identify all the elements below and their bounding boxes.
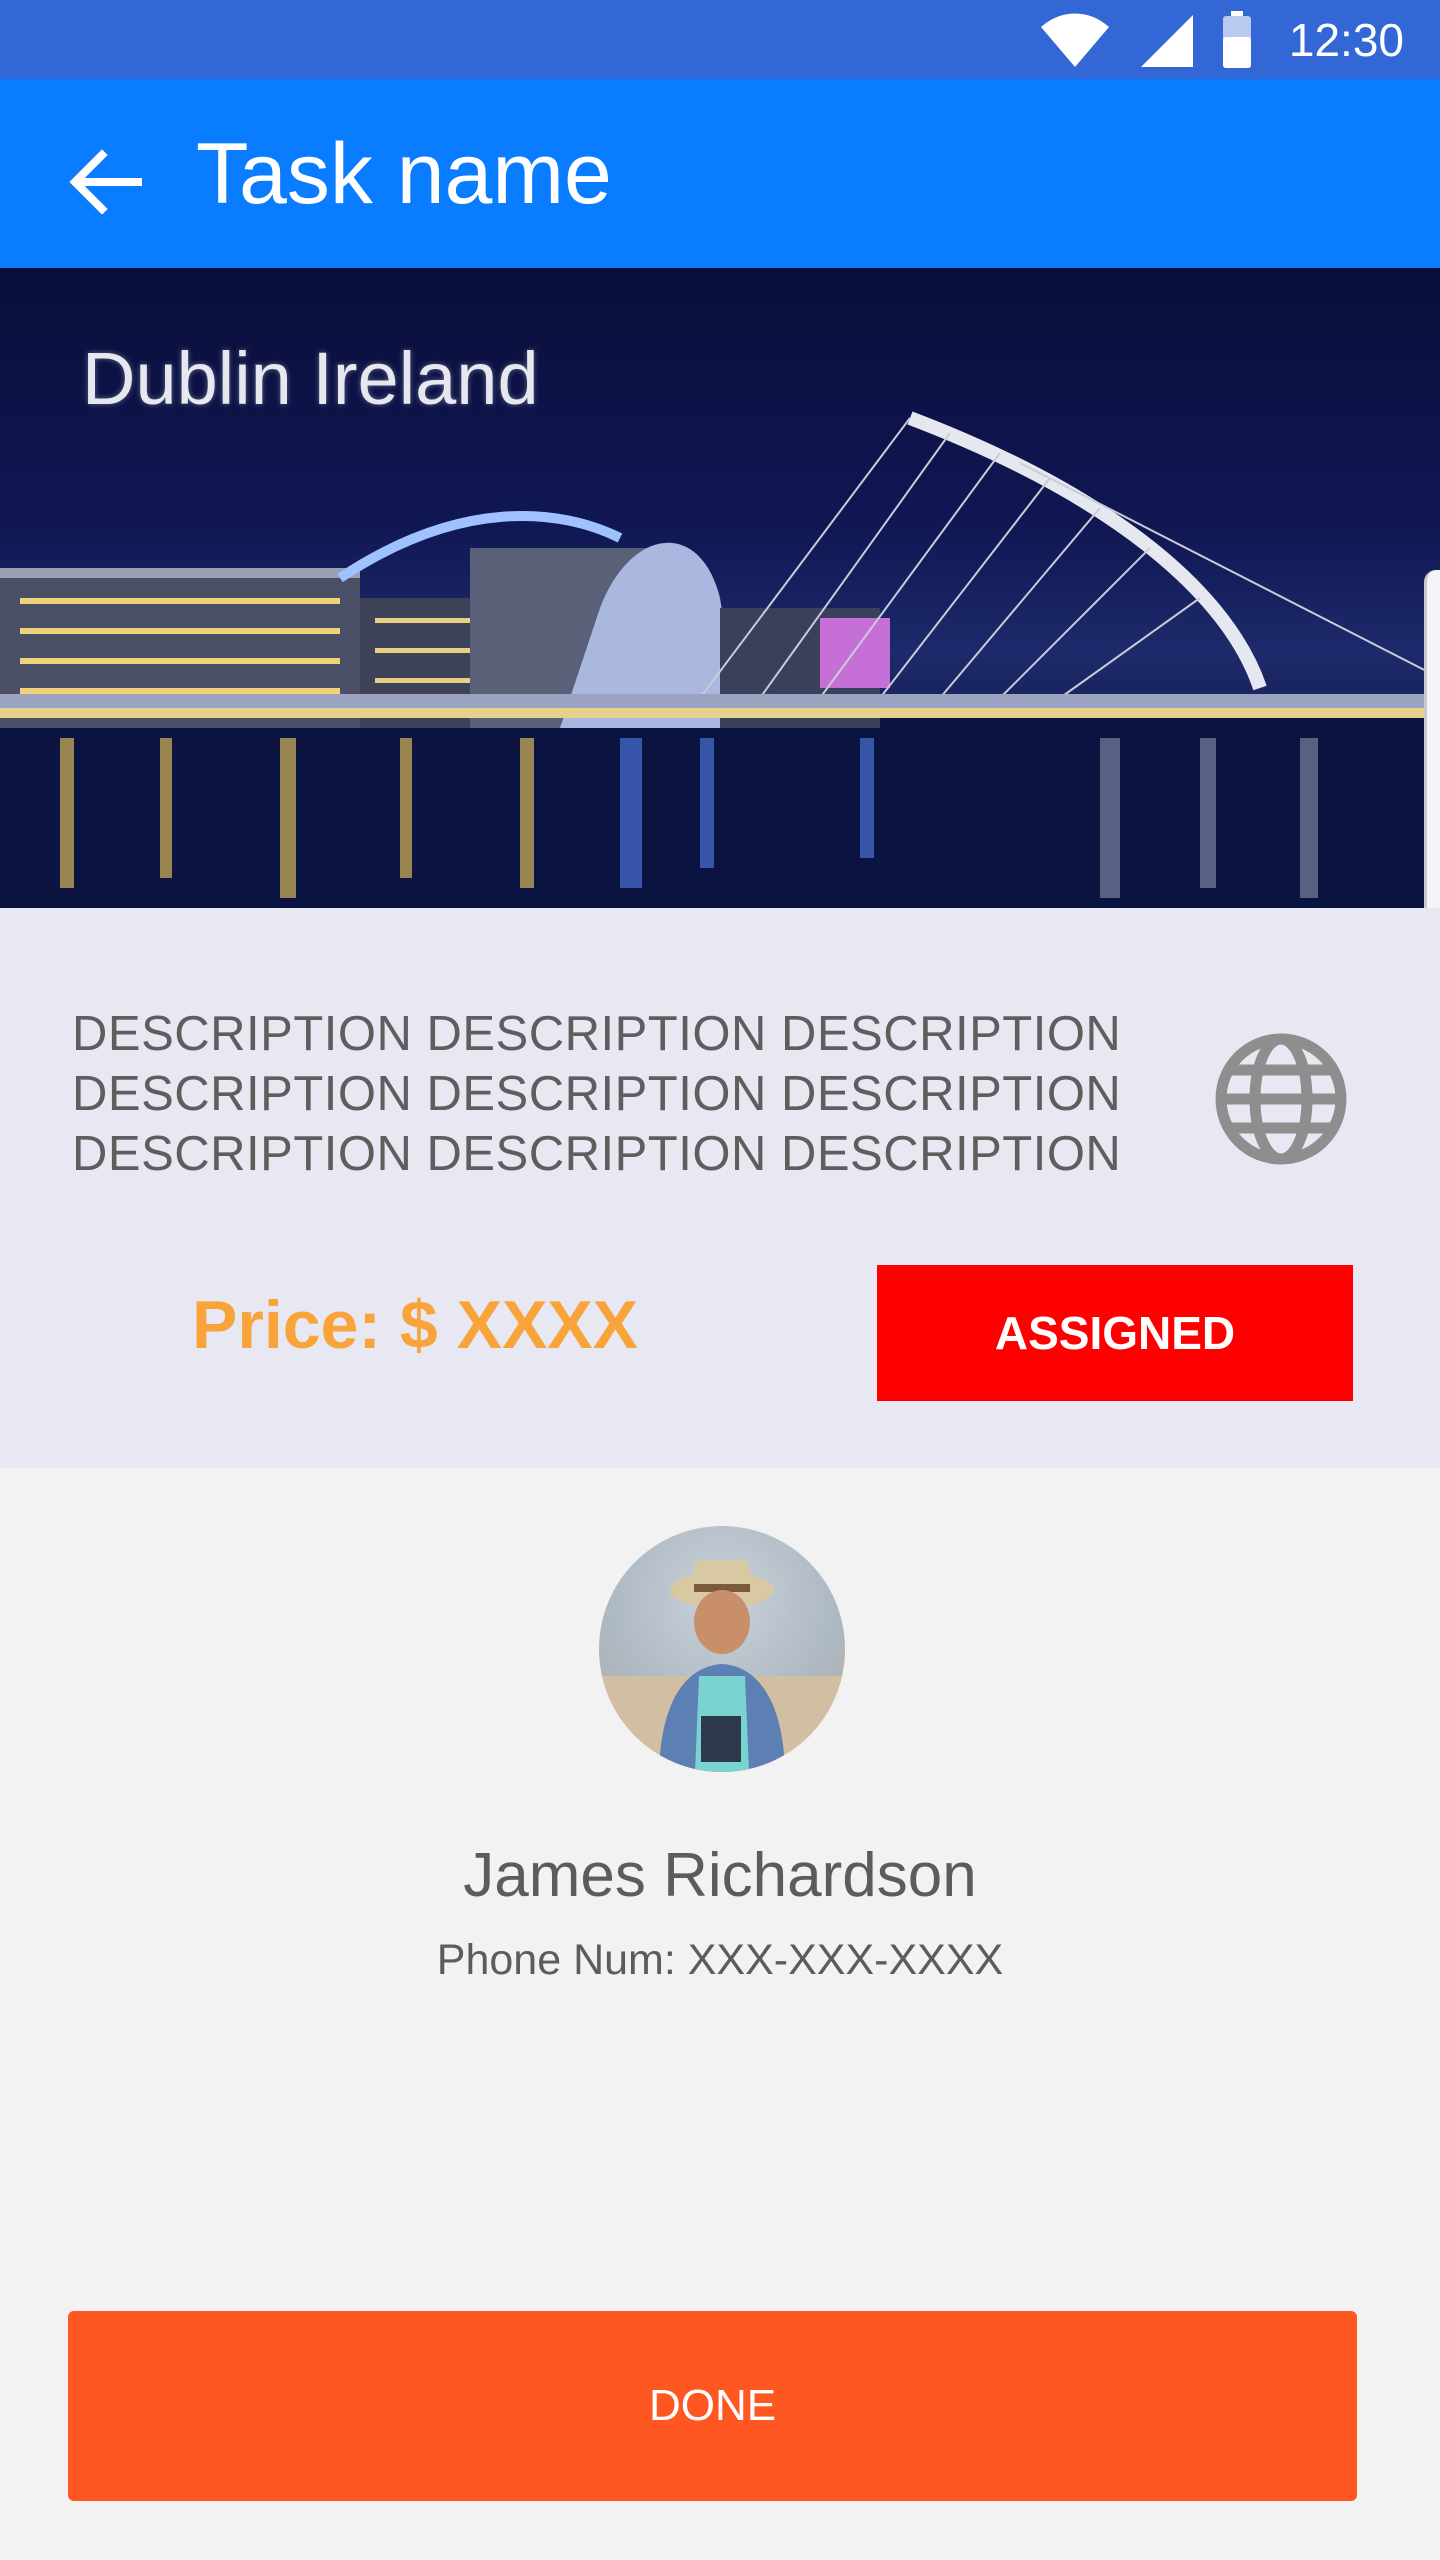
signal-icon: [1140, 14, 1193, 67]
price-label: Price: $ XXXX: [192, 1287, 639, 1363]
arrow-back-icon: [69, 149, 142, 215]
assigned-status-button[interactable]: ASSIGNED: [877, 1265, 1353, 1401]
status-time: 12:30: [1288, 13, 1404, 66]
task-description: DESCRIPTION DESCRIPTION DESCRIPTION DESC…: [72, 1007, 1122, 1181]
assignee-name: James Richardson: [463, 1841, 977, 1910]
hero-caption: Dublin Ireland: [82, 337, 539, 420]
task-info-panel: DESCRIPTION DESCRIPTION DESCRIPTION DESC…: [0, 908, 1440, 1468]
hero-image: Dublin Ireland: [0, 268, 1440, 908]
status-icons: 12:30: [1039, 0, 1404, 79]
battery-icon: [1222, 10, 1251, 68]
globe-icon[interactable]: [1212, 1030, 1350, 1168]
page-title: Task name: [196, 126, 612, 222]
avatar: [599, 1526, 845, 1772]
app-bar: Task name: [0, 79, 1440, 268]
back-button[interactable]: [60, 137, 150, 227]
wifi-icon: [1040, 13, 1109, 67]
done-button[interactable]: DONE: [68, 2311, 1357, 2501]
status-bar: 12:30: [0, 0, 1440, 79]
assignee-phone: Phone Num: XXX-XXX-XXXX: [436, 1936, 1004, 1984]
